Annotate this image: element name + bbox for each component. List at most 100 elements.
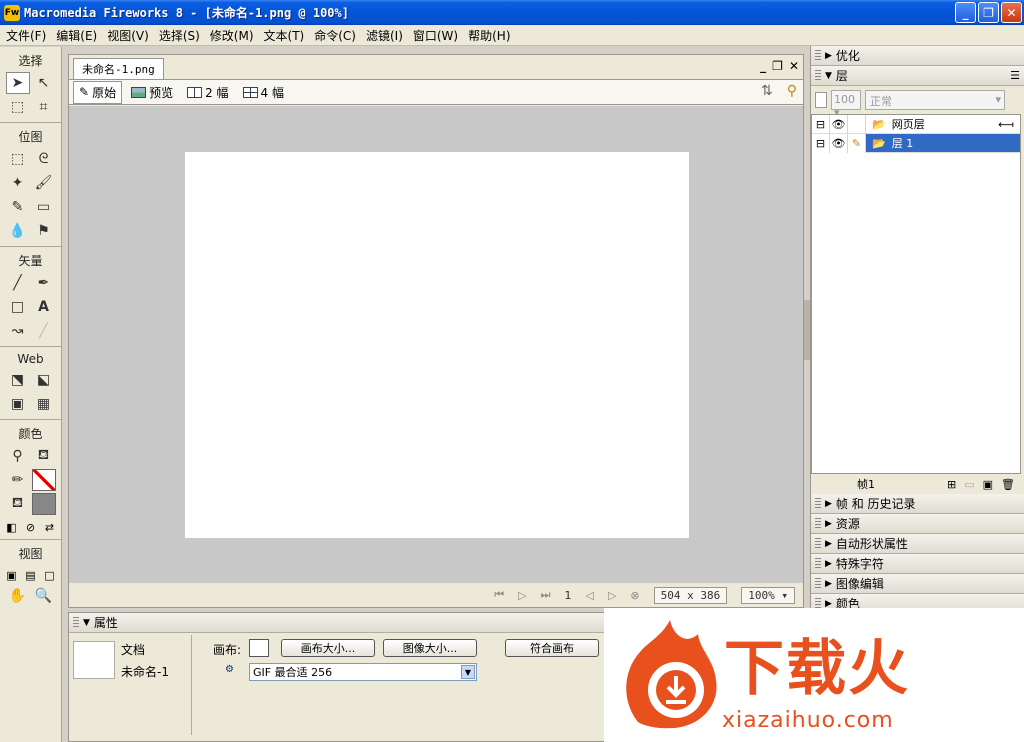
eyedropper-tool-icon[interactable]: ⚲ bbox=[6, 445, 30, 467]
panel-grip-icon[interactable] bbox=[815, 577, 821, 590]
panel-grip-icon[interactable] bbox=[815, 49, 821, 62]
hotspot-tool-icon[interactable]: ⬔ bbox=[6, 369, 30, 391]
first-frame-icon[interactable]: ⏮ bbox=[494, 588, 504, 602]
panel-grip-icon[interactable] bbox=[815, 497, 821, 510]
menu-help[interactable]: 帮助(H) bbox=[464, 27, 516, 44]
expand-toggle-icon[interactable]: ⊟ bbox=[812, 133, 830, 153]
full-screen-icon[interactable]: □ bbox=[42, 567, 58, 583]
rubber-stamp-tool-icon[interactable]: ⚑ bbox=[32, 220, 56, 242]
eye-icon[interactable]: 👁 bbox=[830, 114, 848, 134]
menu-window[interactable]: 窗口(W) bbox=[409, 27, 464, 44]
marquee-tool-icon[interactable]: ⬚ bbox=[6, 148, 30, 170]
document-tab[interactable]: 未命名-1.png bbox=[73, 58, 164, 79]
stroke-swatch[interactable] bbox=[31, 469, 56, 491]
panel-grip-icon[interactable] bbox=[815, 557, 821, 570]
minimize-button[interactable]: _ bbox=[955, 2, 976, 23]
zoom-select[interactable]: 100% ▾ bbox=[741, 586, 795, 604]
fill-color-icon[interactable]: ⛾ bbox=[6, 493, 30, 515]
standard-screen-icon[interactable]: ▣ bbox=[4, 567, 20, 583]
fit-canvas-button[interactable]: 符合画布 bbox=[505, 639, 599, 657]
knife-tool-icon[interactable]: ╱ bbox=[32, 320, 56, 342]
menu-commands[interactable]: 命令(C) bbox=[310, 27, 362, 44]
rectangle-tool-icon[interactable]: □ bbox=[6, 296, 30, 318]
crop-tool-icon[interactable]: ⌗ bbox=[32, 96, 56, 118]
share-layer-icon[interactable]: ⟻ bbox=[998, 118, 1020, 131]
pointer-tool-icon[interactable]: ➤ bbox=[5, 72, 30, 94]
menu-edit[interactable]: 编辑(E) bbox=[52, 27, 103, 44]
fireworks-app-icon[interactable]: Fw bbox=[4, 4, 20, 21]
canvas-area[interactable] bbox=[69, 106, 803, 584]
image-size-button[interactable]: 图像大小... bbox=[383, 639, 477, 657]
doc-minimize-icon[interactable]: _ bbox=[760, 59, 766, 73]
fill-swatch[interactable] bbox=[31, 493, 56, 515]
opacity-field[interactable]: 100 ▾ bbox=[831, 90, 861, 119]
layer-row-1[interactable]: ⊟ 👁 ✎ 📂 层 1 bbox=[812, 133, 1020, 153]
quick-export-icon[interactable]: ⚲ bbox=[787, 83, 797, 99]
assets-panel-header[interactable]: ▶ 资源 bbox=[811, 514, 1024, 534]
line-tool-icon[interactable]: ╱ bbox=[6, 272, 30, 294]
lock-slot[interactable] bbox=[848, 114, 866, 134]
new-layer-icon[interactable]: ▣ bbox=[983, 478, 993, 491]
paint-bucket-tool-icon[interactable]: ⛾ bbox=[32, 445, 56, 467]
next-frame-icon[interactable]: ▷ bbox=[608, 589, 616, 602]
blend-mode-select[interactable]: 正常 ▾ bbox=[865, 90, 1005, 110]
menu-modify[interactable]: 修改(M) bbox=[206, 27, 260, 44]
scale-tool-icon[interactable]: ⬚ bbox=[6, 96, 30, 118]
expand-toggle-icon[interactable]: ⊟ bbox=[812, 114, 830, 134]
frame-label[interactable]: 帧1 bbox=[857, 476, 875, 492]
view-4up-button[interactable]: 4 幅 bbox=[238, 82, 289, 103]
auto-shape-panel-header[interactable]: ▶ 自动形状属性 bbox=[811, 534, 1024, 554]
stop-icon[interactable]: ⊗ bbox=[630, 589, 639, 602]
subselect-tool-icon[interactable]: ↖ bbox=[32, 72, 56, 94]
canvas[interactable] bbox=[185, 152, 689, 538]
menu-view[interactable]: 视图(V) bbox=[103, 27, 155, 44]
frames-history-panel-header[interactable]: ▶ 帧 和 历史记录 bbox=[811, 494, 1024, 514]
hide-slices-icon[interactable]: ▣ bbox=[6, 393, 30, 415]
eraser-tool-icon[interactable]: ▭ bbox=[32, 196, 56, 218]
menu-text[interactable]: 文本(T) bbox=[260, 27, 311, 44]
stroke-color-icon[interactable]: ✏ bbox=[6, 469, 30, 491]
panel-grip-icon[interactable] bbox=[815, 537, 821, 550]
new-bitmap-icon[interactable]: ▭ bbox=[964, 478, 974, 491]
menu-filters[interactable]: 滤镜(I) bbox=[362, 27, 409, 44]
new-sublayer-icon[interactable]: ⊞ bbox=[947, 478, 956, 491]
text-tool-icon[interactable]: A bbox=[32, 296, 56, 318]
image-edit-panel-header[interactable]: ▶ 图像编辑 bbox=[811, 574, 1024, 594]
close-button[interactable]: ✕ bbox=[1001, 2, 1022, 23]
doc-close-icon[interactable]: ✕ bbox=[789, 59, 799, 73]
prev-frame-icon[interactable]: ◁ bbox=[585, 589, 593, 602]
pen-tool-icon[interactable]: ✒ bbox=[32, 272, 56, 294]
view-original-button[interactable]: ✎ 原始 bbox=[73, 80, 123, 104]
freeform-tool-icon[interactable]: ↝ bbox=[6, 320, 30, 342]
blur-tool-icon[interactable]: 💧 bbox=[6, 220, 30, 242]
menu-select[interactable]: 选择(S) bbox=[155, 27, 206, 44]
zoom-tool-icon[interactable]: 🔍 bbox=[32, 585, 56, 607]
panel-options-icon[interactable]: ☰ bbox=[1010, 69, 1020, 82]
restore-button[interactable]: ❐ bbox=[978, 2, 999, 23]
panel-grip-icon[interactable] bbox=[815, 517, 821, 530]
lasso-tool-icon[interactable]: ᘓ bbox=[32, 148, 56, 170]
menu-file[interactable]: 文件(F) bbox=[2, 27, 52, 44]
trash-icon[interactable]: 🗑 bbox=[1001, 478, 1015, 491]
optimize-panel-header[interactable]: ▶ 优化 bbox=[811, 46, 1024, 66]
layers-panel-header[interactable]: ▼ 层 ☰ bbox=[811, 66, 1024, 86]
swap-colors-icon[interactable]: ⇄ bbox=[42, 519, 58, 535]
view-preview-button[interactable]: 预览 bbox=[126, 82, 178, 103]
export-format-select[interactable]: GIF 最合适 256 ▼ bbox=[249, 663, 477, 681]
default-colors-icon[interactable]: ◧ bbox=[4, 519, 20, 535]
brush-tool-icon[interactable]: 🖌 bbox=[32, 172, 56, 194]
full-screen-menus-icon[interactable]: ▤ bbox=[23, 567, 39, 583]
last-frame-icon[interactable]: ⏭ bbox=[541, 588, 551, 602]
doc-restore-icon[interactable]: ❐ bbox=[772, 59, 783, 73]
magic-wand-tool-icon[interactable]: ✦ bbox=[6, 172, 30, 194]
hand-tool-icon[interactable]: ✋ bbox=[6, 585, 30, 607]
slice-tool-icon[interactable]: ⬕ bbox=[32, 369, 56, 391]
canvas-size-button[interactable]: 画布大小... bbox=[281, 639, 375, 657]
eye-icon[interactable]: 👁 bbox=[830, 133, 848, 153]
play-icon[interactable]: ▷ bbox=[518, 589, 526, 602]
special-chars-panel-header[interactable]: ▶ 特殊字符 bbox=[811, 554, 1024, 574]
layer-row-web[interactable]: ⊟ 👁 📂 网页层 ⟻ bbox=[812, 114, 1020, 134]
export-icon[interactable]: ⇅ bbox=[761, 83, 773, 99]
pencil-edit-icon[interactable]: ✎ bbox=[848, 133, 866, 153]
view-2up-button[interactable]: 2 幅 bbox=[182, 82, 233, 103]
